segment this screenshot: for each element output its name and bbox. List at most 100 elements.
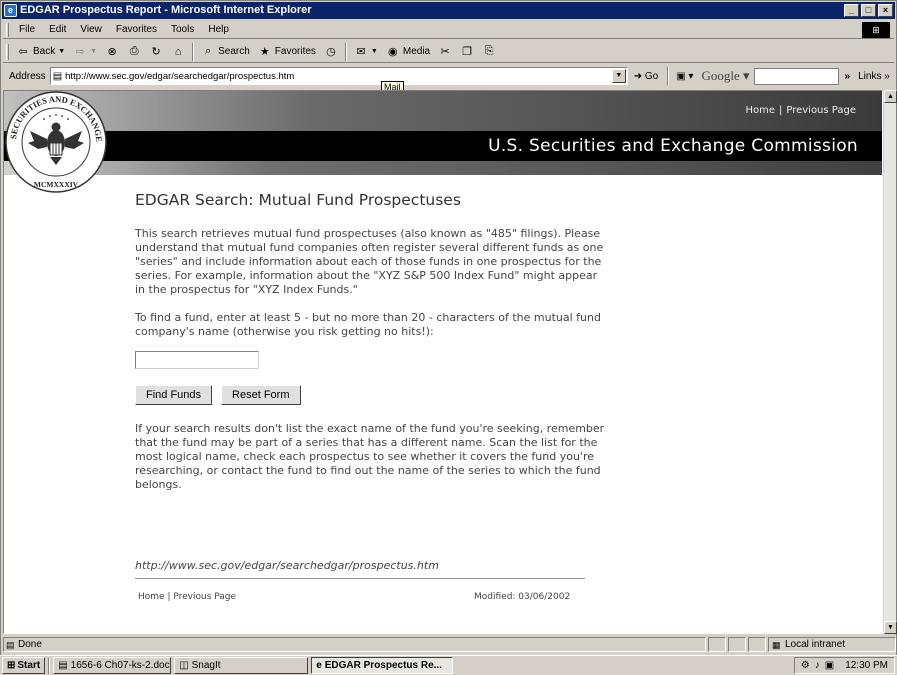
- scroll-up-button[interactable]: ▲: [884, 90, 897, 103]
- footer-nav-links: Home | Previous Page: [138, 592, 236, 602]
- toolbar-grip[interactable]: [6, 43, 9, 60]
- print-button[interactable]: ⎙: [123, 45, 145, 59]
- taskbar-item-word-doc[interactable]: ▤ 1656-6 Ch07-ks-2.doc - ...: [53, 657, 172, 674]
- word-document-icon: ▤: [58, 660, 68, 671]
- menu-favorites[interactable]: Favorites: [109, 24, 164, 35]
- page-done-icon: ▤: [6, 639, 15, 650]
- menu-tools[interactable]: Tools: [164, 24, 201, 35]
- security-zone-panel: ▦ Local intranet: [768, 636, 896, 652]
- footer-home-link[interactable]: Home: [138, 592, 165, 602]
- footer-separator: |: [167, 592, 171, 602]
- tray-network-icon[interactable]: ⚙: [801, 660, 810, 671]
- reset-form-button[interactable]: Reset Form: [221, 385, 301, 405]
- vertical-scrollbar[interactable]: ▲ ▼: [883, 90, 897, 634]
- windows-logo-icon: ⊞: [862, 22, 890, 38]
- home-button[interactable]: ⌂: [167, 45, 189, 59]
- scroll-down-button[interactable]: ▼: [884, 621, 897, 634]
- maximize-button[interactable]: □: [861, 4, 876, 17]
- toolbar-separator: [667, 67, 670, 85]
- chevron-down-icon: ▼: [58, 48, 66, 55]
- stop-icon: ⊗: [107, 46, 117, 58]
- task-label: EDGAR Prospectus Re...: [324, 660, 443, 671]
- mail-icon: ✉: [356, 46, 366, 58]
- footer-previous-page-link[interactable]: Previous Page: [173, 592, 236, 602]
- address-label: Address: [9, 70, 46, 82]
- instructions-paragraph: To find a fund, enter at least 5 - but n…: [135, 311, 601, 338]
- start-button[interactable]: ⊞ Start: [2, 657, 46, 674]
- status-bar: ▤ Done ▦ Local intranet: [3, 636, 896, 652]
- tray-display-icon[interactable]: ▣: [825, 660, 834, 671]
- toolbar-separator: [192, 42, 195, 61]
- history-icon: ◷: [326, 46, 336, 58]
- status-panel: [748, 636, 766, 652]
- links-button[interactable]: Links »: [850, 71, 890, 82]
- address-input[interactable]: ▤ http://www.sec.gov/edgar/searchedgar/p…: [49, 67, 628, 85]
- minimize-button[interactable]: _: [844, 4, 859, 17]
- history-button[interactable]: ◷: [320, 45, 342, 59]
- top-nav-links: Home | Previous Page: [745, 105, 856, 116]
- google-toolbar-button[interactable]: Google ▾: [697, 68, 753, 84]
- refresh-icon: ↻: [151, 46, 161, 58]
- banner-title-strip: U.S. Securities and Exchange Commission: [4, 131, 882, 161]
- footer-divider: [135, 578, 585, 579]
- title-bar[interactable]: e EDGAR Prospectus Report - Microsoft In…: [2, 2, 895, 19]
- chevron-right-icon[interactable]: »: [839, 71, 851, 82]
- address-dropdown-button[interactable]: ▼: [611, 69, 626, 83]
- back-arrow-icon: ⇦: [18, 46, 28, 58]
- menu-view[interactable]: View: [73, 24, 109, 35]
- home-link[interactable]: Home: [745, 105, 775, 116]
- status-panel: [708, 636, 726, 652]
- page-icon: ▤: [52, 70, 63, 82]
- stop-button[interactable]: ⊗: [101, 45, 123, 59]
- cut-button[interactable]: ✂: [434, 45, 456, 59]
- internet-explorer-icon: e: [316, 660, 322, 671]
- back-button[interactable]: ⇦ Back ▼: [12, 45, 69, 59]
- refresh-button[interactable]: ↻: [145, 45, 167, 59]
- menu-help[interactable]: Help: [201, 24, 236, 35]
- internet-explorer-icon: e: [4, 4, 17, 17]
- links-label: Links: [858, 70, 882, 82]
- start-label: Start: [17, 660, 41, 671]
- tray-volume-icon[interactable]: ♪: [815, 660, 820, 671]
- copy-button[interactable]: ❐: [456, 45, 478, 59]
- menu-edit[interactable]: Edit: [42, 24, 73, 35]
- page-viewport[interactable]: Home | Previous Page U.S. Securities and E…: [3, 90, 883, 634]
- sec-seal-logo: SECURITIES AND EXCHANGE COMMISSION MCMXX…: [4, 91, 107, 193]
- paste-button[interactable]: ⎘: [478, 45, 500, 59]
- go-button[interactable]: ➜ Go: [628, 71, 665, 82]
- modified-date: Modified: 03/06/2002: [474, 592, 571, 602]
- media-label: Media: [402, 46, 431, 57]
- taskbar-item-snagit[interactable]: ◫ SnagIt: [174, 657, 309, 674]
- main-content: EDGAR Search: Mutual Fund Prospectuses T…: [135, 191, 605, 506]
- mail-button[interactable]: ✉ ▼: [350, 45, 382, 59]
- paste-icon: ⎘: [484, 45, 494, 57]
- favorites-button[interactable]: ★ Favorites: [254, 45, 320, 59]
- intranet-icon: ▦: [772, 639, 781, 650]
- forward-button[interactable]: ⇨ ▼: [69, 45, 101, 59]
- banner-bottom: [4, 161, 882, 175]
- print-icon: ⎙: [129, 45, 139, 57]
- taskbar-item-edgar[interactable]: e EDGAR Prospectus Re...: [311, 657, 454, 674]
- clock: 12:30 PM: [845, 660, 888, 671]
- forward-arrow-icon: ⇨: [75, 46, 85, 58]
- previous-page-link[interactable]: Previous Page: [786, 105, 856, 116]
- banner-top: Home | Previous Page: [4, 91, 882, 131]
- home-icon: ⌂: [174, 45, 182, 58]
- search-icon: ⌕: [205, 45, 212, 57]
- media-icon: ◉: [388, 46, 398, 58]
- nav-separator: |: [778, 105, 783, 116]
- media-button[interactable]: ◉ Media: [382, 45, 434, 59]
- close-button[interactable]: ×: [878, 4, 893, 17]
- toolbar-grip[interactable]: [6, 22, 9, 37]
- google-search-input[interactable]: [753, 67, 839, 85]
- search-button[interactable]: ⌕ Search: [197, 45, 254, 59]
- address-bar: Address ▤ http://www.sec.gov/edgar/searc…: [3, 65, 894, 87]
- menu-file[interactable]: File: [12, 24, 42, 35]
- favorites-icon: ★: [259, 46, 270, 58]
- tip-paragraph: If your search results don't list the ex…: [135, 422, 605, 491]
- chevron-down-icon: ▼: [370, 48, 378, 55]
- standard-toolbar: ⇦ Back ▼ ⇨ ▼ ⊗ ⎙ ↻ ⌂ ⌕ Search ★ Favorite…: [3, 41, 894, 63]
- find-funds-button[interactable]: Find Funds: [135, 385, 213, 405]
- discuss-button[interactable]: ▣ ▾: [672, 71, 697, 82]
- company-name-input[interactable]: [135, 351, 259, 369]
